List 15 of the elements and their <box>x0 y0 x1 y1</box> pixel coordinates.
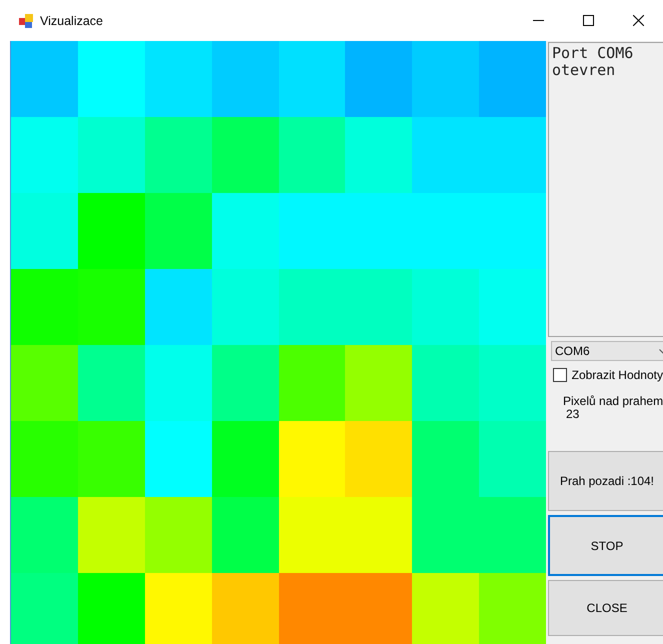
port-dropdown[interactable]: COM6 <box>551 341 663 361</box>
window-title: Vizualizace <box>40 14 104 28</box>
show-values-checkbox[interactable]: Zobrazit Hodnoty <box>553 368 663 382</box>
action-button[interactable]: STOP <box>548 515 663 576</box>
pixel-count-value: 23 <box>566 408 580 421</box>
log-line: Port COM6 <box>552 45 634 62</box>
pixel-count-label: Pixelů nad prahem <box>563 395 663 408</box>
action-button[interactable]: Prah pozadi :104! <box>548 451 663 511</box>
log-line: otevren <box>552 62 616 79</box>
close-icon <box>632 15 644 26</box>
action-button[interactable]: CLOSE <box>548 580 663 636</box>
maximize-icon <box>582 15 594 26</box>
log-textbox[interactable]: Port COM6 otevren <box>548 42 663 337</box>
minimize-icon <box>532 20 544 21</box>
app-icon <box>18 12 34 28</box>
